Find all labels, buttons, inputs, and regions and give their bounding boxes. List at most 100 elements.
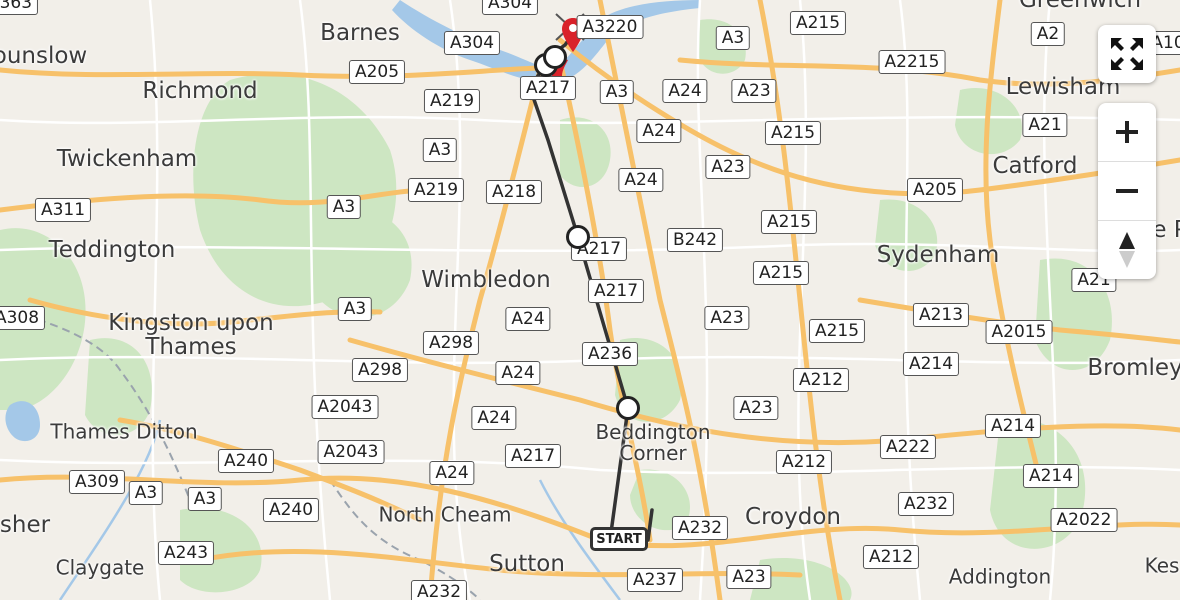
road-shield: A24: [636, 119, 682, 143]
zoom-out-button[interactable]: [1098, 161, 1156, 220]
road-shield: A304: [481, 0, 539, 15]
road-shield: A212: [792, 368, 850, 392]
road-shield: A212: [862, 545, 920, 569]
zoom-controls: [1098, 103, 1156, 279]
route-waypoint[interactable]: [543, 45, 567, 69]
road-shield: A24: [505, 307, 551, 331]
road-shield: B242: [666, 228, 724, 252]
road-shield: A215: [764, 121, 822, 145]
place-label: Catford: [992, 152, 1078, 179]
road-shield: A218: [485, 180, 543, 204]
road-shield: A236: [581, 342, 639, 366]
road-shield: A2015: [985, 320, 1053, 344]
road-shield: A232: [671, 516, 729, 540]
road-shield: A217: [504, 444, 562, 468]
road-shield: A217: [519, 76, 577, 100]
road-shield: A232: [410, 580, 468, 600]
road-shield: A215: [789, 11, 847, 35]
road-shield: A3: [187, 487, 223, 511]
place-label: sher: [0, 511, 51, 538]
road-shield: A232: [897, 492, 955, 516]
road-shield: A24: [429, 461, 475, 485]
place-label: Thames Ditton: [50, 419, 198, 444]
road-shield: A23: [726, 565, 772, 589]
road-shield: A219: [423, 89, 481, 113]
road-shield: A214: [984, 414, 1042, 438]
zoom-in-button[interactable]: [1098, 103, 1156, 161]
place-label: Wimbledon: [421, 266, 551, 293]
road-shield: A243: [157, 541, 215, 565]
road-shield: A21: [1022, 113, 1068, 137]
road-shield: A3: [128, 481, 164, 505]
place-label: ounslow: [0, 42, 88, 69]
compass-button[interactable]: [1098, 220, 1156, 279]
road-shield: A240: [262, 498, 320, 522]
place-label: Sydenham: [876, 241, 1000, 268]
place-label: North Cheam: [378, 502, 512, 527]
place-label: Beddington Corner: [595, 420, 711, 465]
place-label: Bromley: [1087, 354, 1180, 381]
road-shield: A222: [879, 435, 937, 459]
road-shield: A2022: [1050, 508, 1118, 532]
road-shield: A205: [906, 178, 964, 202]
place-label: Barnes: [320, 19, 400, 46]
place-label: Addington: [948, 564, 1052, 589]
fullscreen-control: [1098, 25, 1156, 83]
road-shield: A298: [351, 358, 409, 382]
road-shield: A2215: [878, 50, 946, 74]
road-shield: A215: [760, 210, 818, 234]
road-shield: A3: [422, 138, 458, 162]
route-start-badge[interactable]: START: [590, 527, 648, 551]
fullscreen-icon: [1111, 38, 1143, 70]
road-shield: A217: [587, 279, 645, 303]
place-label: Kes: [1144, 553, 1180, 578]
place-label: Richmond: [142, 77, 258, 104]
road-shield: A237: [626, 568, 684, 592]
route-waypoint[interactable]: [616, 396, 640, 420]
road-shield: A308: [0, 306, 46, 330]
road-shield: A3: [715, 26, 751, 50]
road-shield: A24: [471, 406, 517, 430]
road-shield: A215: [752, 261, 810, 285]
place-label: e P: [1152, 216, 1180, 243]
place-label: Sutton: [489, 550, 565, 577]
road-shield: A212: [775, 450, 833, 474]
fullscreen-button[interactable]: [1098, 25, 1156, 83]
compass-icon: [1119, 232, 1135, 268]
road-shield: A23: [705, 155, 751, 179]
road-shield: A219: [407, 178, 465, 202]
road-shield: A24: [495, 361, 541, 385]
place-label: Greenwich: [1019, 0, 1141, 12]
road-shield: A23: [704, 306, 750, 330]
road-shield: A2: [1030, 22, 1066, 46]
road-shield: A23: [731, 79, 777, 103]
place-label: Croydon: [745, 503, 841, 530]
minus-icon: [1116, 189, 1138, 193]
road-shield: A23: [733, 396, 779, 420]
place-label: Claygate: [55, 555, 145, 580]
road-shield: A3: [599, 80, 635, 104]
road-shield: A3: [326, 195, 362, 219]
road-shield: A363: [0, 0, 39, 15]
place-label: Twickenham: [56, 145, 198, 172]
road-shield: A24: [618, 168, 664, 192]
road-shield: A24: [662, 79, 708, 103]
road-shield: A214: [902, 352, 960, 376]
place-label: Teddington: [48, 236, 176, 263]
map-canvas[interactable]: Barnes ounslow Richmond Twickenham Teddi…: [0, 0, 1180, 600]
plus-icon: [1116, 121, 1138, 143]
road-shield: A304: [443, 31, 501, 55]
route-waypoint[interactable]: [566, 225, 590, 249]
road-shield: A298: [422, 331, 480, 355]
road-shield: A2043: [317, 440, 385, 464]
road-shield: A205: [348, 60, 406, 84]
road-shield: A311: [34, 198, 92, 222]
road-shield: A215: [808, 319, 866, 343]
road-shield: A2043: [311, 395, 379, 419]
road-shield: A3220: [576, 15, 644, 39]
place-label: Kingston upon Thames: [108, 309, 274, 360]
road-shield: A213: [912, 303, 970, 327]
road-shield: A3: [337, 297, 373, 321]
road-shield: A214: [1022, 464, 1080, 488]
road-shield: A240: [217, 449, 275, 473]
